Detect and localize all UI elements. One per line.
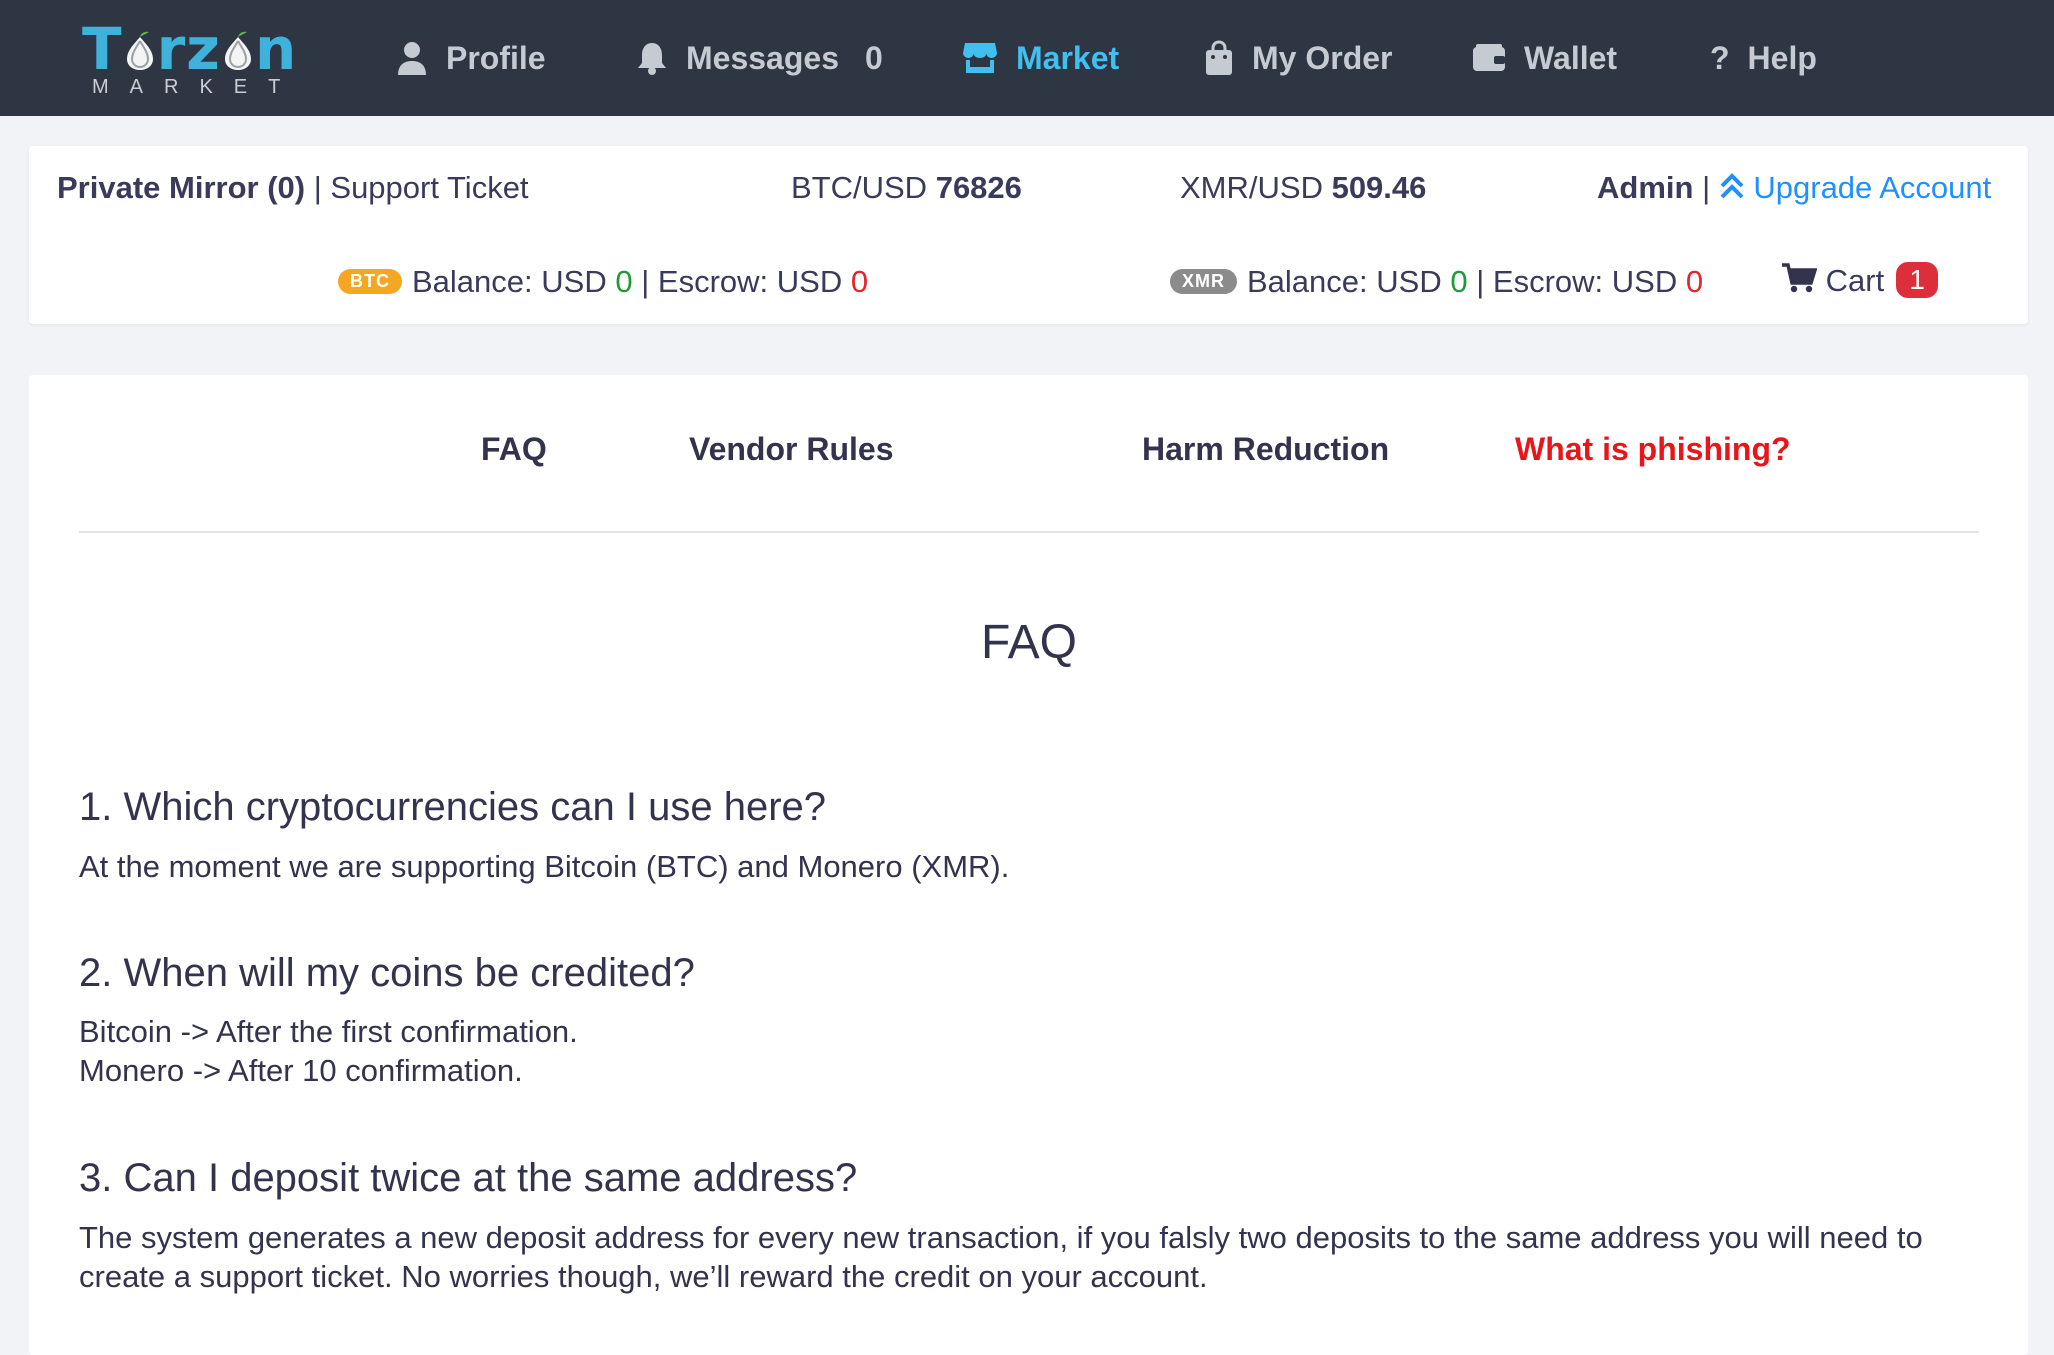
upgrade-account-label: Upgrade Account [1753, 170, 1992, 205]
nav-my-order[interactable]: My Order [1204, 28, 1392, 88]
account-info-panel: Private Mirror (0) | Support Ticket BTC/… [29, 146, 2028, 324]
account-links: Admin | Upgrade Account [1597, 170, 1991, 206]
btc-badge: BTC [338, 269, 402, 294]
nav-profile[interactable]: Profile [396, 28, 546, 88]
xmr-escrow-label: Escrow: USD [1492, 264, 1678, 299]
tab-vendor-rules[interactable]: Vendor Rules [689, 431, 894, 468]
xmr-badge: XMR [1170, 269, 1237, 294]
logo-subtitle: MARKET [92, 76, 302, 98]
faq-question-3: 3. Can I deposit twice at the same addre… [79, 1156, 858, 1200]
xmr-balance-row: XMR Balance: USD 0 | Escrow: USD 0 [1170, 264, 1703, 300]
page-title: FAQ [980, 616, 1078, 669]
cart-label: Cart [1825, 263, 1885, 298]
bell-icon [638, 43, 666, 75]
xmr-escrow-value: 0 [1685, 264, 1704, 299]
faq-answer-2-line-2: Monero -> After 10 confirmation. [79, 1053, 523, 1088]
faq-answer-1: At the moment we are supporting Bitcoin … [79, 849, 1010, 884]
mirror-row: Private Mirror (0) | Support Ticket [57, 170, 529, 206]
shopping-bag-icon [1206, 40, 1232, 75]
btc-rate: BTC/USD 76826 [791, 170, 1022, 206]
onion-icon [126, 31, 153, 70]
nav-market[interactable]: Market [962, 28, 1119, 88]
nav-wallet[interactable]: Wallet [1472, 28, 1617, 88]
wallet-icon [1473, 44, 1505, 71]
tab-what-is-phishing[interactable]: What is phishing? [1515, 431, 1791, 468]
double-chevron-up-icon [1720, 173, 1744, 199]
cart-icon [1782, 263, 1818, 293]
onion-icon [224, 31, 251, 70]
nav-messages-label: Messages [686, 39, 839, 76]
btc-rate-value: 76826 [935, 170, 1022, 205]
cart-count-badge: 1 [1896, 262, 1939, 298]
private-mirror-link[interactable]: Private Mirror (0) [57, 170, 305, 205]
faq-answer-3: The system generates a new deposit addre… [79, 1220, 1923, 1294]
xmr-rate-label: XMR/USD [1180, 170, 1323, 205]
btc-rate-label: BTC/USD [791, 170, 928, 205]
btc-balance-value: 0 [615, 264, 633, 299]
nav-messages[interactable]: Messages 0 [636, 28, 883, 88]
xmr-balance-label: Balance: USD [1247, 264, 1442, 299]
torzon-logo[interactable]: T rz n MARKET [82, 16, 302, 98]
xmr-rate: XMR/USD 509.46 [1180, 170, 1426, 206]
nav-my-order-label: My Order [1252, 39, 1393, 76]
separator: | [1476, 264, 1485, 299]
nav-market-label: Market [1016, 39, 1120, 76]
separator: | [313, 170, 322, 205]
nav-help[interactable]: ? Help [1710, 28, 1817, 88]
xmr-balance-value: 0 [1450, 264, 1468, 299]
support-ticket-link[interactable]: Support Ticket [330, 170, 528, 205]
xmr-rate-value: 509.46 [1331, 170, 1427, 205]
store-icon [963, 43, 997, 73]
btc-escrow-label: Escrow: USD [657, 264, 843, 299]
separator: | [1702, 170, 1711, 205]
nav-wallet-label: Wallet [1524, 39, 1618, 76]
faq-answer-2-line-1: Bitcoin -> After the first confirmation. [79, 1014, 578, 1049]
btc-escrow-value: 0 [850, 264, 869, 299]
tab-harm-reduction[interactable]: Harm Reduction [1142, 431, 1389, 468]
faq-question-2: 2. When will my coins be credited? [79, 951, 695, 995]
tab-faq[interactable]: FAQ [481, 431, 547, 468]
faq-answer-2: Bitcoin -> After the first confirmation.… [79, 1012, 1979, 1090]
messages-count: 0 [864, 39, 883, 76]
user-icon [398, 42, 426, 75]
btc-balance-row: BTC Balance: USD 0 | Escrow: USD 0 [338, 264, 868, 300]
faq-content-panel: FAQ Vendor Rules Harm Reduction What is … [29, 375, 2028, 1355]
logo-wordmark: T rz n [82, 15, 298, 83]
nav-profile-label: Profile [446, 39, 546, 76]
upgrade-account-link[interactable]: Upgrade Account [1719, 170, 1991, 205]
nav-help-label: Help [1747, 39, 1817, 76]
separator: | [641, 264, 650, 299]
question-icon: ? [1710, 39, 1730, 76]
top-navbar: T rz n MARKET Profile Messages 0 Market … [0, 0, 2054, 116]
faq-question-1: 1. Which cryptocurrencies can I use here… [79, 785, 827, 829]
btc-balance-label: Balance: USD [412, 264, 607, 299]
tabs-divider [79, 531, 1979, 533]
admin-label[interactable]: Admin [1597, 170, 1693, 205]
cart-button[interactable]: Cart 1 [1781, 262, 1939, 299]
